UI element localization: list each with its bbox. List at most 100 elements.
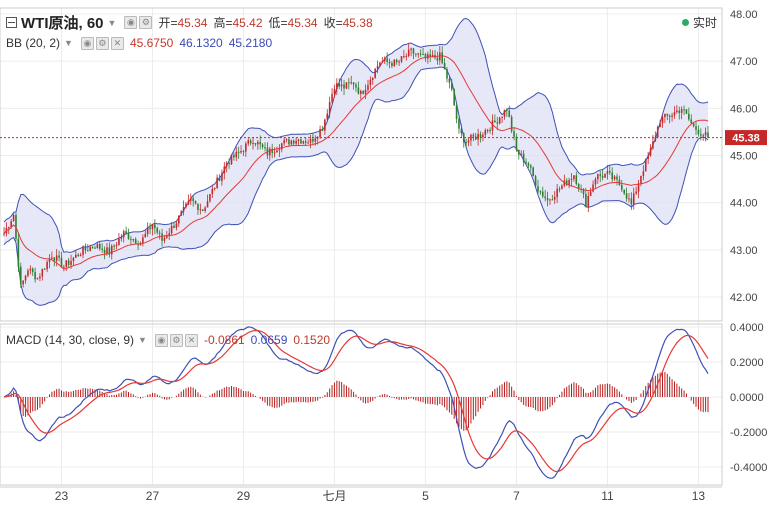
candle-body: [537, 186, 539, 192]
candle-body: [87, 250, 89, 252]
macd-tick-label: 0.4000: [730, 322, 764, 334]
time-tick-label: 27: [146, 489, 160, 503]
candle-body: [63, 266, 65, 268]
candle-body: [477, 133, 479, 140]
gear-icon[interactable]: ⚙: [169, 333, 183, 347]
candle-body: [240, 151, 242, 153]
wti-price-chart[interactable]: 42.00 43.00 44.00 45.00 46.00 47.00 48.00 0.40…: [0, 0, 783, 511]
candle-body: [352, 82, 355, 85]
candle-body: [67, 260, 70, 265]
candle-body: [403, 56, 405, 58]
candle-body: [494, 120, 496, 123]
candle-body: [72, 257, 75, 261]
chevron-down-icon[interactable]: ▼: [108, 18, 117, 28]
eye-icon[interactable]: ◉: [124, 16, 138, 29]
bb-label[interactable]: BB (20, 2): [6, 36, 60, 50]
macd-line: [3, 326, 709, 479]
candle-body: [546, 198, 549, 201]
candle-body: [91, 247, 94, 249]
candle-body: [690, 119, 693, 124]
bb-legend: BB (20, 2) ▼ ◉ ⚙ ✕ 45.6750 46.1320 45.21…: [6, 36, 272, 50]
candle-body: [247, 140, 250, 144]
candle-body: [625, 193, 628, 199]
candle-body: [254, 143, 257, 145]
macd-line-value: 0.0659: [250, 333, 288, 347]
candle-body: [482, 134, 484, 138]
candle-body: [589, 191, 592, 196]
candle-body: [704, 132, 707, 136]
candle-body: [417, 53, 420, 55]
candle-body: [668, 115, 671, 117]
ohlc-low-label: 低=: [268, 16, 288, 30]
candle-body: [501, 116, 503, 118]
close-icon[interactable]: ✕: [184, 333, 198, 347]
candle-body: [31, 268, 34, 273]
candle-body: [609, 171, 611, 173]
candle-body: [146, 227, 149, 234]
candle-body: [647, 155, 649, 160]
eye-icon[interactable]: ◉: [154, 333, 168, 347]
candle-body: [110, 245, 113, 255]
candle-body: [199, 209, 202, 211]
candle-body: [328, 101, 331, 114]
candle-body: [192, 198, 194, 202]
candle-body: [180, 211, 182, 216]
candle-body: [36, 278, 39, 280]
candle-body: [611, 172, 614, 180]
candle-body: [182, 206, 185, 212]
close-icon[interactable]: ✕: [110, 36, 124, 50]
candle-body: [209, 194, 211, 202]
candle-body: [53, 257, 56, 261]
macd-label[interactable]: MACD (14, 30, close, 9): [6, 333, 134, 347]
time-tick-label: 23: [55, 489, 69, 503]
chevron-down-icon[interactable]: ▼: [64, 38, 73, 48]
candle-body: [616, 176, 618, 180]
candle-body: [522, 153, 525, 163]
candle-body: [558, 188, 561, 190]
bb-middle-value: 45.6750: [129, 36, 174, 50]
candle-body: [465, 142, 467, 144]
candle-body: [161, 233, 163, 241]
candle-body: [680, 109, 683, 113]
candle-body: [575, 175, 578, 185]
candle-body: [130, 239, 132, 241]
time-tick-label: 11: [601, 489, 614, 503]
candle-body: [34, 272, 36, 280]
gear-icon[interactable]: ⚙: [95, 36, 109, 50]
candle-body: [620, 184, 623, 190]
candle-body: [400, 56, 403, 62]
candle-body: [448, 78, 451, 83]
candle-body: [467, 140, 470, 143]
candle-body: [489, 129, 491, 131]
symbol-title[interactable]: WTI原油, 60: [21, 12, 104, 33]
candle-body: [27, 270, 29, 276]
candle-body: [292, 140, 295, 144]
candle-body: [235, 151, 238, 158]
candle-body: [115, 244, 118, 247]
candle-body: [324, 119, 326, 131]
candle-body: [242, 151, 245, 153]
candle-body: [484, 130, 487, 135]
candle-body: [158, 232, 161, 234]
candle-body: [326, 113, 329, 120]
candle-body: [369, 79, 372, 86]
candle-body: [19, 266, 22, 285]
macd-axis: 0.4000 0.2000 0.0000 -0.2000 -0.4000: [730, 322, 767, 474]
chevron-down-icon[interactable]: ▼: [138, 335, 147, 345]
candle-body: [312, 138, 314, 142]
candle-body: [319, 128, 321, 138]
ohlc-high-value: 45.42: [232, 15, 263, 30]
candle-body: [439, 52, 441, 61]
eye-icon[interactable]: ◉: [80, 36, 94, 50]
gear-icon[interactable]: ⚙: [139, 16, 153, 29]
collapse-icon[interactable]: [6, 17, 17, 28]
candle-body: [3, 233, 5, 235]
candle-body: [101, 248, 103, 250]
candle-body: [297, 139, 300, 141]
candle-body: [520, 153, 523, 155]
candle-body: [549, 199, 551, 201]
candle-body: [211, 188, 214, 195]
candle-body: [213, 188, 216, 190]
candle-body: [340, 84, 343, 87]
candle-body: [197, 203, 199, 211]
